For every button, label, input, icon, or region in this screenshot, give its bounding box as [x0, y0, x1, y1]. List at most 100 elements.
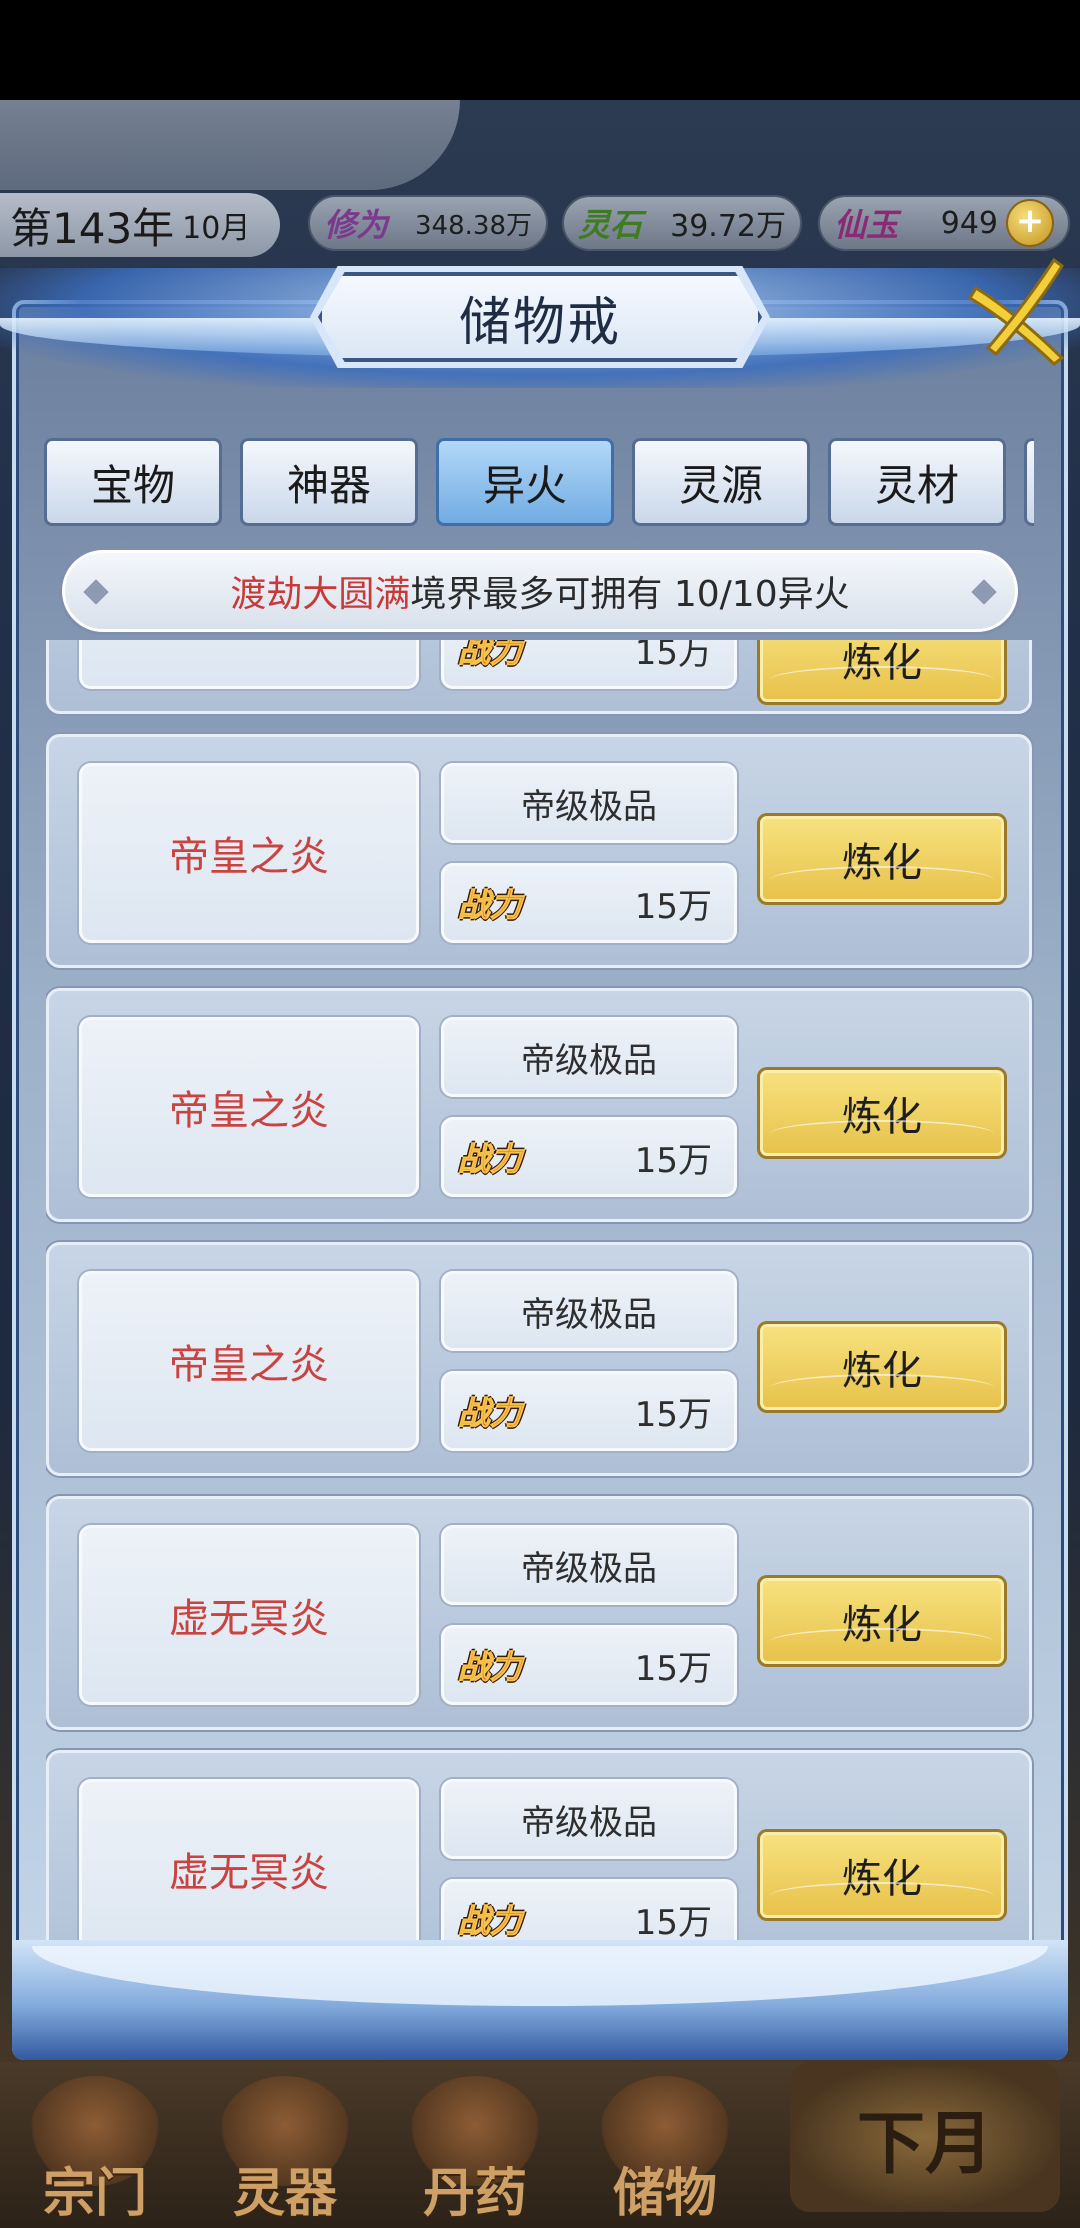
- list-item: 战力 15万 炼化: [46, 640, 1032, 714]
- resource-cultivation: 修为 348.38万: [308, 195, 548, 251]
- item-name: 虚无冥炎: [169, 1850, 329, 1896]
- tab-exotic-fire[interactable]: 异火: [436, 438, 614, 526]
- notice-right-ornament: [971, 579, 997, 605]
- power-value: 15万: [634, 1902, 712, 1941]
- next-month-button[interactable]: 下月: [790, 2062, 1060, 2212]
- tab-treasure[interactable]: 宝物: [44, 438, 222, 526]
- refine-button[interactable]: 炼化: [757, 813, 1007, 905]
- power-label: 战力: [457, 1140, 523, 1179]
- item-grade: 帝级极品: [521, 786, 657, 827]
- next-month-label: 下月: [856, 2103, 993, 2184]
- refine-button[interactable]: 炼化: [757, 1067, 1007, 1159]
- refine-label: 炼化: [842, 1348, 922, 1394]
- item-power-box: 战力 15万: [441, 1371, 737, 1451]
- power-label: 战力: [457, 1902, 523, 1941]
- game-screen: 第143年 10月 修为 348.38万 灵石 39.72万 仙玉 949 + …: [0, 0, 1080, 2228]
- tab-label: 宝物: [90, 460, 175, 510]
- nav-storage[interactable]: 储物: [580, 2076, 750, 2226]
- item-name: 帝皇之炎: [169, 1342, 329, 1388]
- item-name-box: 帝皇之炎: [79, 1017, 419, 1197]
- tab-spirit-source[interactable]: 灵源: [632, 438, 810, 526]
- item-power-box: 战力 15万: [441, 863, 737, 943]
- refine-label: 炼化: [842, 840, 922, 886]
- resource-label: 修为: [324, 206, 389, 244]
- power-label: 战力: [457, 1394, 523, 1433]
- list-item: 帝皇之炎 帝级极品 战力 15万 炼化: [46, 1242, 1032, 1476]
- item-grade: 帝级极品: [521, 1040, 657, 1081]
- close-icon: [967, 257, 1065, 366]
- refine-button[interactable]: 炼化: [757, 1575, 1007, 1667]
- power-value: 15万: [634, 886, 712, 927]
- dialog-title: 储物戒: [458, 292, 621, 353]
- item-power-box: 战力 15万: [441, 1117, 737, 1197]
- tab-label: 灵材: [874, 460, 959, 510]
- fire-list[interactable]: 战力 15万 炼化 帝皇之炎 帝级极品 战力 15万 炼化 帝皇之炎 帝级极品 …: [46, 640, 1034, 1940]
- item-grade-box: 帝级极品: [441, 1525, 737, 1605]
- item-name: 帝皇之炎: [169, 834, 329, 880]
- item-name-box: [79, 640, 419, 689]
- item-name-box: 帝皇之炎: [79, 763, 419, 943]
- item-grade-box: 帝级极品: [441, 1271, 737, 1351]
- nav-sect[interactable]: 宗门: [10, 2076, 180, 2226]
- power-label: 战力: [457, 1648, 523, 1687]
- resource-spirit-stone: 灵石 39.72万: [562, 195, 802, 251]
- resource-value: 949: [940, 205, 998, 241]
- power-value: 15万: [634, 1394, 712, 1435]
- item-name: 帝皇之炎: [169, 1088, 329, 1134]
- refine-button[interactable]: 炼化: [757, 640, 1007, 705]
- close-button[interactable]: [966, 257, 1072, 368]
- nav-pill[interactable]: 丹药: [390, 2076, 560, 2226]
- item-grade-box: 帝级极品: [441, 1779, 737, 1859]
- refine-button[interactable]: 炼化: [757, 1321, 1007, 1413]
- status-bar: [0, 0, 1080, 100]
- tab-next-partial[interactable]: [1024, 438, 1034, 526]
- nav-label: 储物: [612, 2163, 717, 2224]
- resource-label: 仙玉: [834, 206, 899, 244]
- tab-label: 异火: [482, 460, 567, 510]
- notice-left-ornament: [83, 579, 109, 605]
- year-label: 第143年: [10, 203, 175, 253]
- list-item: 帝皇之炎 帝级极品 战力 15万 炼化: [46, 734, 1032, 968]
- nav-artifact[interactable]: 灵器: [200, 2076, 370, 2226]
- nav-label: 丹药: [422, 2163, 527, 2224]
- tab-artifact[interactable]: 神器: [240, 438, 418, 526]
- item-name-box: 虚无冥炎: [79, 1779, 419, 1940]
- item-power-box: 战力 15万: [441, 640, 737, 689]
- tab-spirit-material[interactable]: 灵材: [828, 438, 1006, 526]
- capacity-text: 境界最多可拥有 10/10异火: [410, 574, 850, 615]
- refine-label: 炼化: [842, 1094, 922, 1140]
- list-item: 帝皇之炎 帝级极品 战力 15万 炼化: [46, 988, 1032, 1222]
- item-grade-box: 帝级极品: [441, 1017, 737, 1097]
- plus-coin-icon[interactable]: +: [1006, 199, 1054, 247]
- category-tabs: 宝物 神器 异火 灵源 灵材: [44, 438, 1034, 528]
- resource-value: 39.72万: [670, 209, 786, 244]
- item-name-box: 虚无冥炎: [79, 1525, 419, 1705]
- capacity-notice: 渡劫大圆满 境界最多可拥有 10/10异火: [62, 550, 1018, 632]
- background-cloud: [0, 100, 460, 190]
- refine-label: 炼化: [842, 1602, 922, 1648]
- power-value: 15万: [634, 1140, 712, 1181]
- item-grade-box: 帝级极品: [441, 763, 737, 843]
- tab-label: 神器: [286, 460, 371, 510]
- power-value: 15万: [634, 640, 712, 673]
- resource-bar: 第143年 10月 修为 348.38万 灵石 39.72万 仙玉 949 +: [0, 185, 1080, 265]
- refine-button[interactable]: 炼化: [757, 1829, 1007, 1921]
- title-plaque: 储物戒: [318, 272, 762, 362]
- nav-label: 宗门: [42, 2163, 147, 2224]
- month-label: 10月: [182, 211, 251, 246]
- list-item: 虚无冥炎 帝级极品 战力 15万 炼化: [46, 1750, 1032, 1940]
- item-name: 虚无冥炎: [169, 1596, 329, 1642]
- nav-label: 灵器: [232, 2163, 337, 2224]
- item-grade: 帝级极品: [521, 1294, 657, 1335]
- resource-label: 灵石: [578, 206, 643, 244]
- date-display: 第143年 10月: [0, 193, 280, 257]
- realm-name: 渡劫大圆满: [230, 574, 411, 615]
- power-label: 战力: [457, 640, 523, 671]
- resource-immortal-jade[interactable]: 仙玉 949 +: [818, 195, 1070, 251]
- item-power-box: 战力 15万: [441, 1625, 737, 1705]
- panel-bottom-frame: [12, 1940, 1068, 2060]
- item-name-box: 帝皇之炎: [79, 1271, 419, 1451]
- tab-label: 灵源: [678, 460, 763, 510]
- item-grade: 帝级极品: [521, 1548, 657, 1589]
- refine-label: 炼化: [842, 640, 922, 686]
